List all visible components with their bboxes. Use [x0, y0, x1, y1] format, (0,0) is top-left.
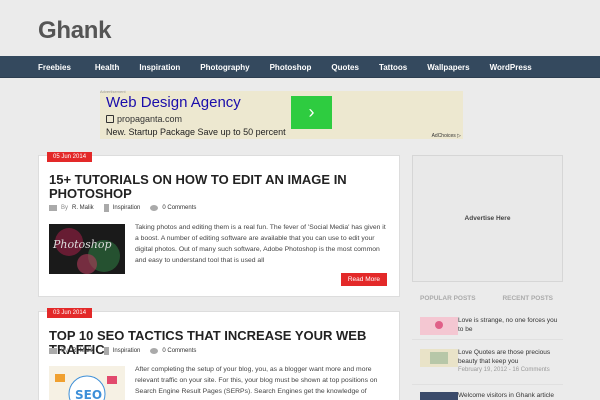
- sidebar-thumbnail[interactable]: [420, 317, 458, 335]
- ad-domain[interactable]: propaganta.com: [106, 114, 182, 124]
- chevron-right-icon: ›: [308, 102, 315, 122]
- bookmark-icon: [103, 204, 109, 212]
- category-link[interactable]: Inspiration: [113, 348, 141, 354]
- advertise-label: Advertise Here: [464, 215, 511, 222]
- post-title[interactable]: 15+ TUTORIALS ON HOW TO EDIT AN IMAGE IN…: [49, 173, 389, 201]
- sidebar-thumbnail[interactable]: [420, 349, 458, 367]
- post-thumbnail[interactable]: Photoshop: [49, 224, 125, 274]
- adchoices-link[interactable]: AdChoices ▷: [432, 133, 461, 139]
- sidebar-item-title[interactable]: Love Quotes are those precious beauty th…: [458, 348, 559, 366]
- nav-item-photoshop[interactable]: Photoshop: [270, 63, 312, 72]
- nav-item-quotes[interactable]: Quotes: [331, 63, 359, 72]
- user-icon: [49, 348, 57, 354]
- read-more-button[interactable]: Read More: [340, 273, 387, 286]
- author-link[interactable]: R. Malik: [72, 205, 94, 211]
- sidebar-item-body: Love Quotes are those precious beauty th…: [458, 348, 559, 375]
- ad-arrow-button[interactable]: ›: [291, 96, 332, 129]
- ad-favicon-icon: [106, 115, 114, 123]
- thumb-text: Photoshop: [52, 238, 112, 251]
- main-nav: Freebies Health Inspiration Photography …: [0, 56, 600, 78]
- sidebar-item-title[interactable]: Love is strange, no one forces you to be: [458, 316, 559, 334]
- post-excerpt: Taking photos and editing them is a real…: [135, 224, 386, 264]
- sidebar-tabs: POPULAR POSTS RECENT POSTS: [412, 295, 563, 302]
- nav-item-health[interactable]: Health: [95, 63, 119, 72]
- user-icon: [49, 205, 57, 211]
- sidebar-item-title[interactable]: Welcome visitors in Ghank article: [458, 391, 559, 400]
- nav-item-wordpress[interactable]: WordPress: [490, 63, 532, 72]
- author-link[interactable]: R. Malik: [72, 348, 94, 354]
- tab-recent-posts[interactable]: RECENT POSTS: [502, 295, 553, 302]
- post-date-badge: 05 Jun 2014: [47, 152, 93, 162]
- post-card: 03 Jun 2014 TOP 10 SEO TACTICS THAT INCR…: [38, 308, 400, 400]
- nav-item-wallpapers[interactable]: Wallpapers: [427, 63, 469, 72]
- site-logo[interactable]: Ghank: [38, 17, 111, 45]
- list-item[interactable]: Love is strange, no one forces you to be: [412, 313, 563, 340]
- thumb-text: SEO: [75, 388, 102, 400]
- author-prefix: By: [61, 205, 69, 211]
- ad-banner[interactable]: Advertisement Web Design Agency propagan…: [100, 89, 463, 139]
- ad-headline[interactable]: Web Design Agency: [106, 94, 241, 111]
- post-excerpt: After completing the setup of your blog,…: [135, 366, 378, 395]
- list-item[interactable]: Welcome visitors in Ghank article: [412, 388, 563, 400]
- nav-item-inspiration[interactable]: Inspiration: [139, 63, 180, 72]
- comment-icon: [150, 348, 159, 354]
- ad-description: New. Startup Package Save up to 50 perce…: [106, 127, 286, 137]
- tab-popular-posts[interactable]: POPULAR POSTS: [420, 295, 476, 302]
- advertise-widget[interactable]: Advertise Here: [412, 155, 563, 282]
- author-prefix: By: [61, 348, 69, 354]
- post-meta: By R. Malik Inspiration 0 Comments: [49, 204, 196, 212]
- post-date-badge: 03 Jun 2014: [47, 308, 93, 318]
- ad-domain-text: propaganta.com: [117, 114, 183, 124]
- sidebar-item-date: February 19, 2012 - 16 Comments: [458, 367, 550, 373]
- comment-icon: [150, 205, 159, 211]
- sidebar-thumbnail[interactable]: [420, 392, 458, 400]
- nav-item-photography[interactable]: Photography: [200, 63, 249, 72]
- comments-link[interactable]: 0 Comments: [162, 348, 196, 354]
- nav-item-tattoos[interactable]: Tattoos: [379, 63, 407, 72]
- nav-item-freebies[interactable]: Freebies: [38, 63, 71, 72]
- post-thumbnail[interactable]: SEO: [49, 366, 125, 400]
- comments-link[interactable]: 0 Comments: [162, 205, 196, 211]
- bookmark-icon: [103, 347, 109, 355]
- category-link[interactable]: Inspiration: [113, 205, 141, 211]
- post-card: 05 Jun 2014 15+ TUTORIALS ON HOW TO EDIT…: [38, 152, 400, 297]
- list-item[interactable]: Love Quotes are those precious beauty th…: [412, 345, 563, 385]
- post-meta: By R. Malik Inspiration 0 Comments: [49, 347, 196, 355]
